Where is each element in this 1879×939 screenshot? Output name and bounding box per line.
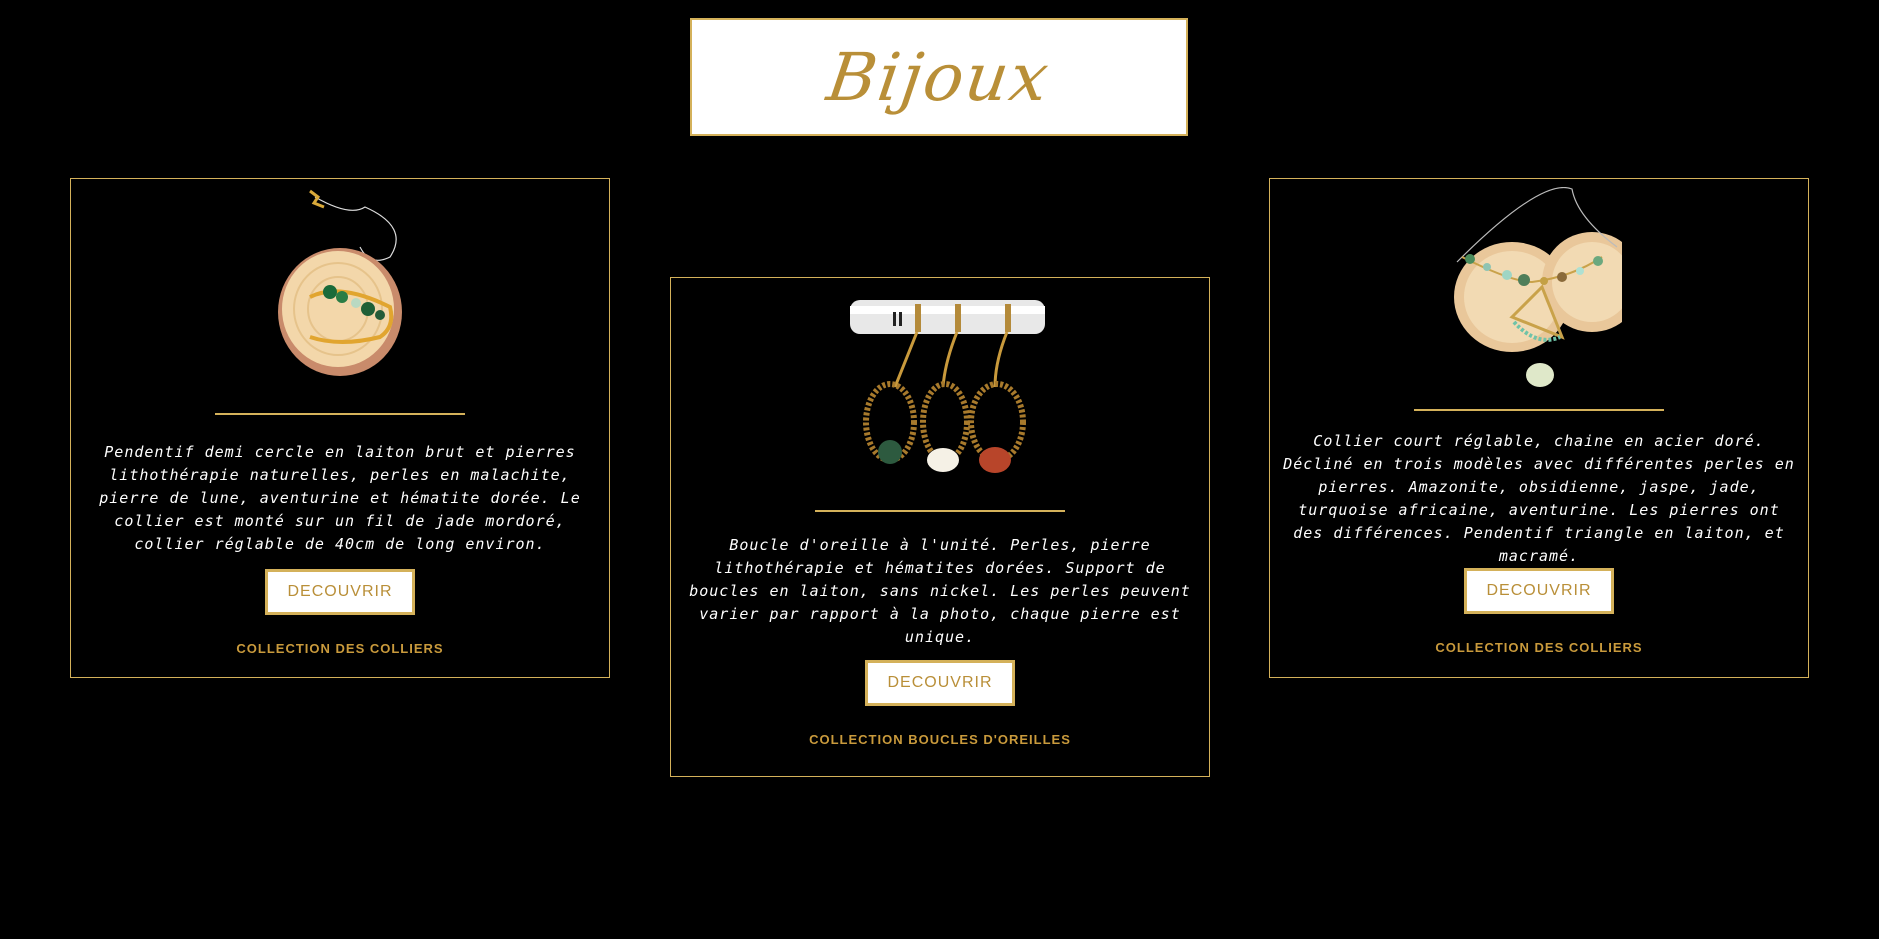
- divider: [1414, 409, 1664, 411]
- product-card-earrings: Boucle d'oreille à l'unité. Perles, pier…: [670, 277, 1210, 777]
- discover-button[interactable]: DECOUVRIR: [1464, 568, 1614, 614]
- product-card-necklace: Collier court réglable, chaine en acier …: [1269, 178, 1809, 678]
- discover-button[interactable]: DECOUVRIR: [865, 660, 1015, 706]
- earrings-photo: [850, 300, 1045, 473]
- divider: [815, 510, 1065, 512]
- product-image-earrings[interactable]: [671, 292, 1209, 492]
- product-description: Boucle d'oreille à l'unité. Perles, pier…: [689, 536, 1191, 646]
- page-title-box: Bijoux: [690, 18, 1188, 136]
- product-image-necklace[interactable]: [1270, 187, 1808, 392]
- discover-button[interactable]: DECOUVRIR: [265, 569, 415, 615]
- product-description: Pendentif demi cercle en laiton brut et …: [99, 443, 581, 553]
- product-card-pendant: Pendentif demi cercle en laiton brut et …: [70, 178, 610, 678]
- collection-link-colliers[interactable]: COLLECTION DES COLLIERS: [1270, 640, 1808, 655]
- page-title: Bijoux: [822, 38, 1056, 116]
- collection-link-colliers[interactable]: COLLECTION DES COLLIERS: [71, 641, 609, 656]
- divider: [215, 413, 465, 415]
- product-image-pendant[interactable]: [71, 187, 609, 387]
- product-description: Collier court réglable, chaine en acier …: [1283, 432, 1795, 565]
- necklace-photo: [1453, 187, 1627, 387]
- page: Bijoux Pendentif demi cercle en laiton b…: [0, 0, 1879, 939]
- pendant-photo: [278, 189, 402, 376]
- collection-link-boucles[interactable]: COLLECTION BOUCLES D'OREILLES: [671, 732, 1209, 747]
